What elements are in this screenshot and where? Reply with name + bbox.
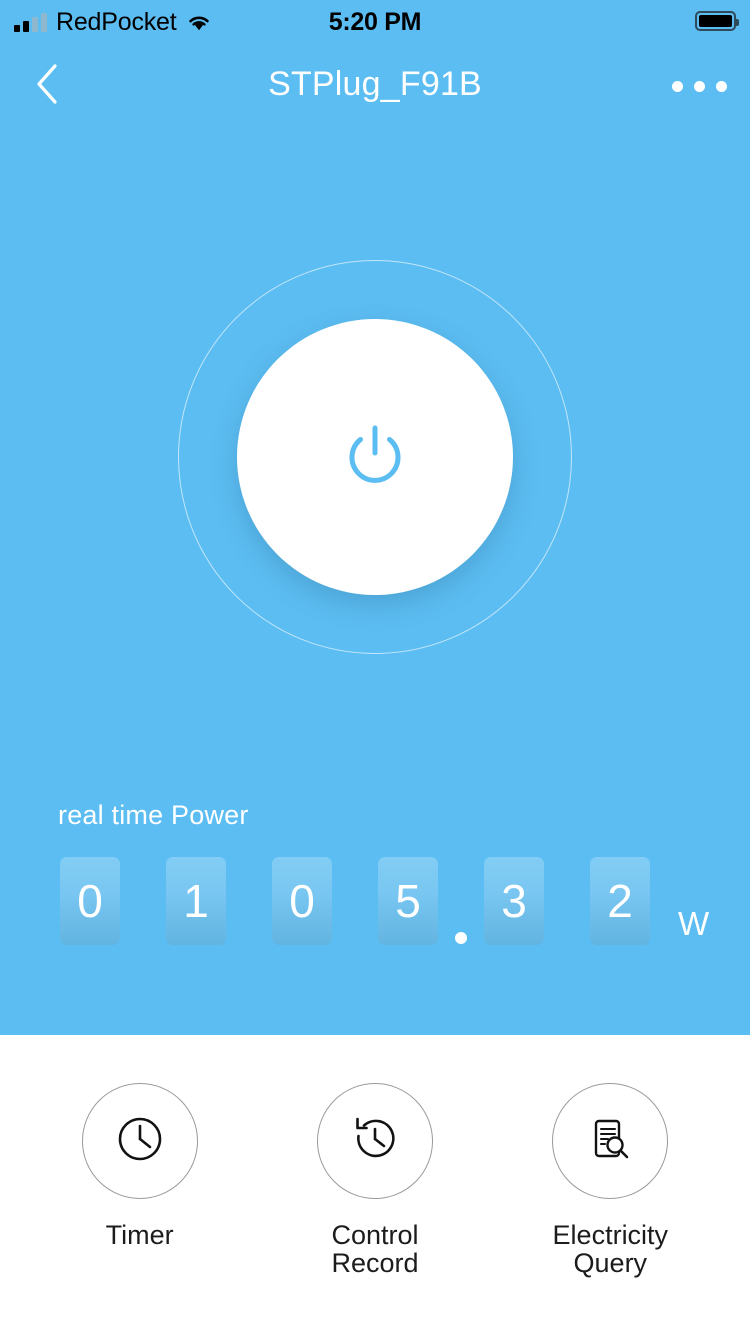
action-list: Timer Control Record Electricity Query: [0, 1035, 750, 1334]
meter-digit: 0: [272, 857, 332, 945]
action-icon-frame: [81, 1083, 198, 1199]
action-electricity-query[interactable]: Electricity Query: [510, 1083, 710, 1278]
document-search-icon: [586, 1115, 634, 1168]
more-options-button[interactable]: [668, 62, 730, 110]
power-toggle-button[interactable]: [237, 319, 513, 595]
nav-bar: STPlug_F91B: [0, 44, 750, 124]
more-horizontal-icon: [693, 80, 705, 92]
action-icon-frame: [316, 1083, 433, 1199]
power-icon: [336, 418, 414, 496]
status-bar-clock: 5:20 PM: [328, 8, 422, 36]
more-horizontal-icon: [715, 80, 727, 92]
footer-bar: Timer Control Record Electricity Query: [0, 1035, 750, 1334]
action-icon-frame: [552, 1083, 669, 1199]
action-control-record[interactable]: Control Record: [275, 1083, 475, 1278]
action-label: Timer: [105, 1220, 174, 1250]
realtime-power-label: real time Power: [58, 800, 249, 830]
clock-icon: [116, 1115, 164, 1168]
page-title: STPlug_F91B: [268, 64, 482, 103]
decimal-point: [455, 932, 467, 944]
meter-digit: 1: [166, 857, 226, 945]
action-label: Control Record: [331, 1220, 419, 1279]
meter-digit: 3: [484, 857, 544, 945]
action-label: Electricity Query: [552, 1220, 669, 1279]
action-timer[interactable]: Timer: [40, 1083, 240, 1249]
history-icon: [351, 1115, 399, 1168]
meter-digit: 2: [590, 857, 650, 945]
battery-full-icon: [695, 11, 739, 31]
app-screen: RedPocket 5:20 PM STPlug_F91B real time …: [0, 0, 750, 1334]
meter-digit: 5: [378, 857, 438, 945]
power-unit-label: W: [678, 905, 710, 942]
power-toggle-area: [178, 260, 572, 654]
status-bar: RedPocket 5:20 PM: [0, 0, 750, 44]
meter-digit: 0: [60, 857, 120, 945]
more-horizontal-icon: [671, 80, 683, 92]
